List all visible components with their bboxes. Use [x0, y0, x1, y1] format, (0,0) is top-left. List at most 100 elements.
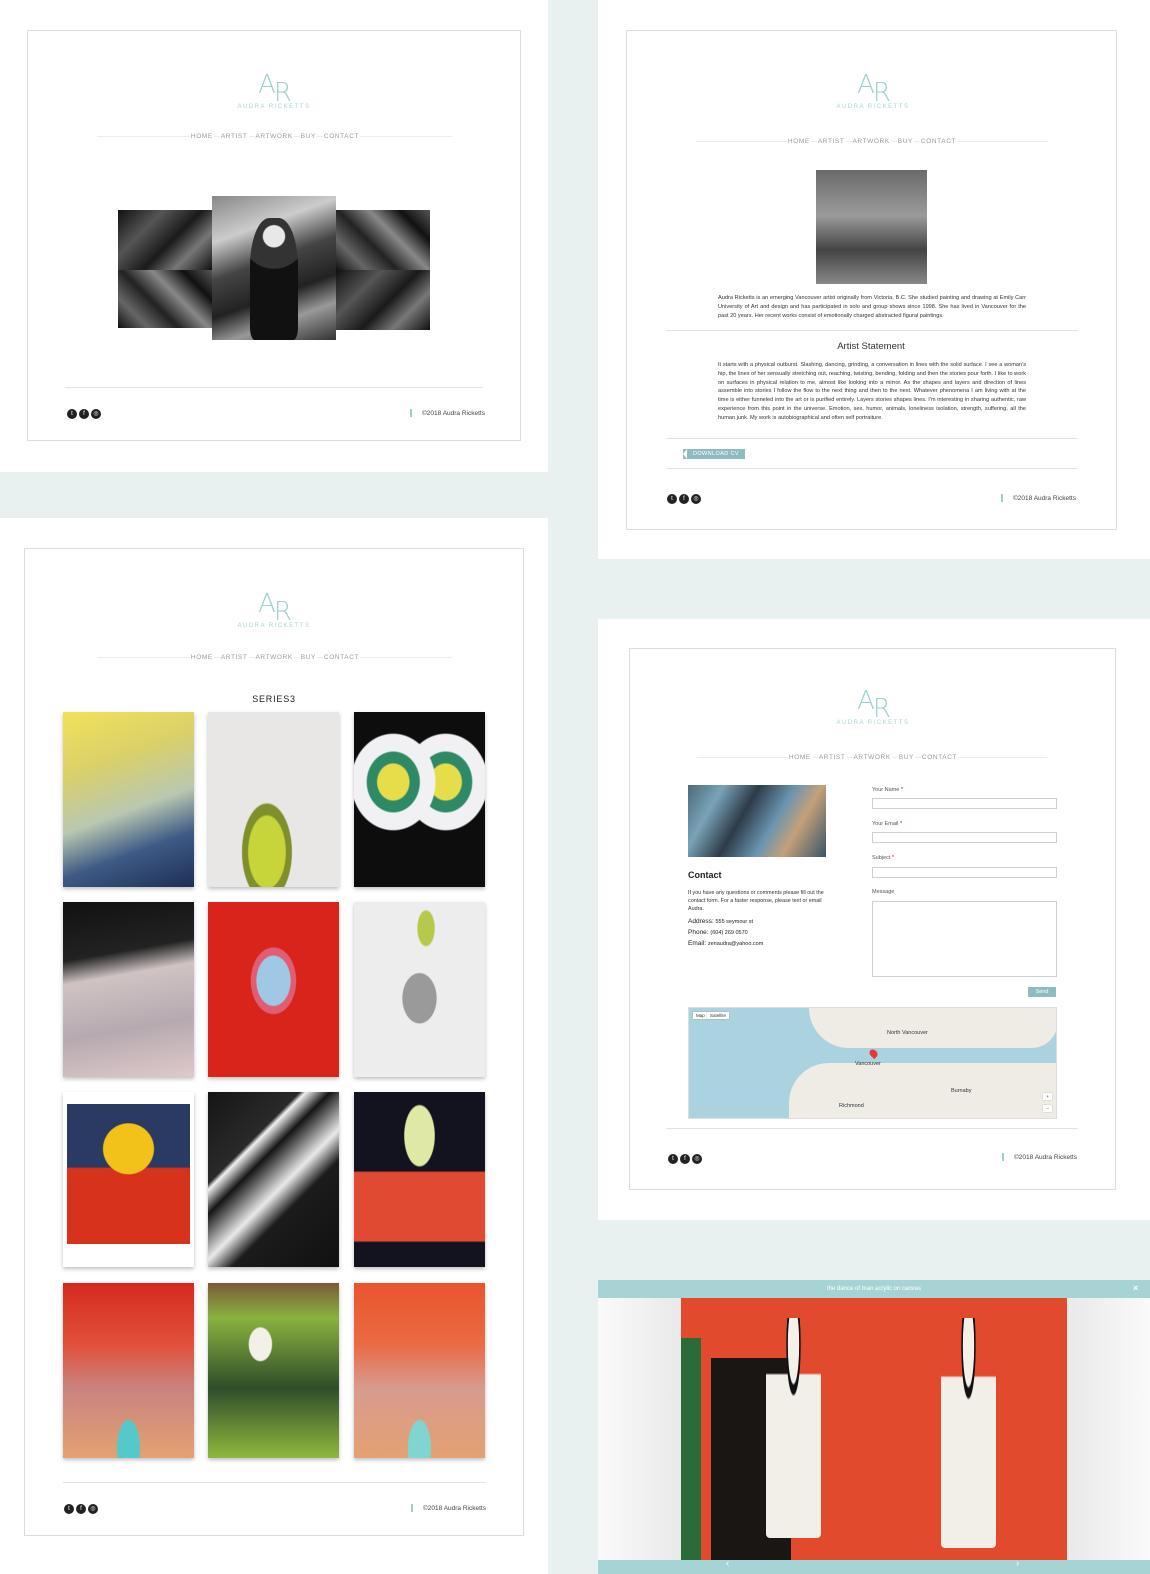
social-links: t f ◎ [667, 494, 701, 504]
logo[interactable]: AR AUDRA RICKETTS [823, 688, 923, 726]
nav-artwork[interactable]: ARTWORK [254, 133, 294, 140]
copyright: ©2018 Audra Ricketts [1002, 1153, 1077, 1161]
map-land-north [809, 1008, 1056, 1048]
footer-divider [63, 1482, 485, 1483]
artwork-tile[interactable] [354, 712, 485, 887]
logo[interactable]: AR AUDRA RICKETTS [224, 72, 324, 110]
nav-home[interactable]: HOME [786, 138, 811, 145]
footer-divider [666, 468, 1078, 469]
map-land-south [789, 1063, 1056, 1118]
background-band-left-pad [0, 518, 22, 1574]
contact-intro: If you have any questions or comments pl… [688, 890, 824, 912]
artwork-tile[interactable] [354, 1092, 485, 1267]
bio-divider [666, 330, 1078, 331]
logo[interactable]: AR AUDRA RICKETTS [224, 591, 324, 629]
instagram-icon[interactable]: ◎ [88, 1504, 98, 1514]
social-links: t f ◎ [64, 1504, 98, 1514]
main-nav: HOME ARTIST ARTWORK BUY CONTACT [189, 133, 361, 140]
facebook-icon[interactable]: f [680, 1154, 690, 1164]
lightbox-image [681, 1298, 1067, 1560]
location-map[interactable]: Map Satellite Vancouver North Vancouver … [688, 1007, 1057, 1119]
contact-title: Contact [688, 870, 722, 880]
map-pin-icon [867, 1047, 880, 1060]
artwork-tile[interactable] [354, 902, 485, 1077]
statement-title: Artist Statement [837, 341, 905, 352]
painting-green-edge [681, 1338, 701, 1560]
lightbox-close-icon[interactable]: × [1133, 1283, 1138, 1293]
artwork-tile[interactable] [63, 1092, 194, 1267]
artist-statement: It starts with a physical outburst. Slas… [718, 362, 1026, 421]
email-label: Your Email * [872, 821, 903, 827]
map-zoom-out-button[interactable]: − [1043, 1105, 1052, 1112]
artwork-tile[interactable] [208, 902, 339, 1077]
painting-figure-right [941, 1318, 996, 1548]
twitter-icon[interactable]: t [64, 1504, 74, 1514]
lightbox-caption-bar: the dance of man acrylic on canvas [598, 1280, 1150, 1298]
artwork-tile[interactable] [208, 1092, 339, 1267]
copyright: ©2018 Audra Ricketts [1001, 494, 1076, 502]
nav-contact[interactable]: CONTACT [919, 138, 958, 145]
nav-home[interactable]: HOME [787, 754, 812, 761]
lightbox-next-arrow-icon[interactable]: › [1016, 1558, 1019, 1569]
nav-buy[interactable]: BUY [299, 654, 317, 661]
copyright: ©2018 Audra Ricketts [410, 409, 485, 417]
artwork-tile[interactable] [208, 1283, 339, 1458]
hero-photo-left-top [118, 210, 212, 270]
name-field[interactable] [872, 798, 1057, 809]
artwork-tile[interactable] [63, 902, 194, 1077]
facebook-icon[interactable]: f [76, 1504, 86, 1514]
hero-photo-center [212, 196, 336, 340]
contact-email[interactable]: Email: zenaudra@yahoo.com [688, 940, 763, 947]
nav-artist[interactable]: ARTIST [219, 654, 249, 661]
nav-artist[interactable]: ARTIST [816, 138, 846, 145]
nav-buy[interactable]: BUY [897, 754, 915, 761]
artist-portrait [816, 170, 927, 284]
instagram-icon[interactable]: ◎ [691, 494, 701, 504]
artist-bio: Audra Ricketts is an emerging Vancouver … [718, 295, 1026, 319]
nav-contact[interactable]: CONTACT [920, 754, 959, 761]
facebook-icon[interactable]: f [79, 409, 89, 419]
nav-buy[interactable]: BUY [299, 133, 317, 140]
nav-contact[interactable]: CONTACT [322, 654, 361, 661]
twitter-icon[interactable]: t [668, 1154, 678, 1164]
artwork-image [67, 1104, 190, 1244]
lightbox-prev-arrow-icon[interactable]: ‹ [726, 1558, 729, 1569]
send-button[interactable]: Send [1028, 987, 1056, 997]
nav-home[interactable]: HOME [189, 654, 214, 661]
nav-artist[interactable]: ARTIST [219, 133, 249, 140]
message-field[interactable] [872, 901, 1057, 977]
social-links: t f ◎ [67, 409, 101, 419]
nav-buy[interactable]: BUY [896, 138, 914, 145]
nav-artwork[interactable]: ARTWORK [851, 138, 891, 145]
map-label: Burnaby [951, 1088, 972, 1094]
map-label: North Vancouver [887, 1030, 928, 1036]
main-nav: HOME ARTIST ARTWORK BUY CONTACT [787, 754, 959, 761]
nav-artwork[interactable]: ARTWORK [852, 754, 892, 761]
logo[interactable]: AR AUDRA RICKETTS [823, 72, 923, 110]
background-band-vertical [548, 0, 598, 1574]
map-label: Richmond [839, 1103, 864, 1109]
download-cv-button[interactable]: DOWNLOAD CV [683, 449, 745, 459]
instagram-icon[interactable]: ◎ [692, 1154, 702, 1164]
artwork-tile[interactable] [354, 1283, 485, 1458]
contact-phone: Phone: (604) 269 0570 [688, 929, 748, 936]
nav-artist[interactable]: ARTIST [817, 754, 847, 761]
studio-photo [688, 785, 826, 857]
nav-home[interactable]: HOME [189, 133, 214, 140]
map-zoom-in-button[interactable]: + [1043, 1093, 1052, 1100]
nav-artwork[interactable]: ARTWORK [254, 654, 294, 661]
artwork-tile[interactable] [63, 712, 194, 887]
hero-figure [250, 218, 298, 340]
artwork-tile[interactable] [208, 712, 339, 887]
nav-contact[interactable]: CONTACT [322, 133, 361, 140]
twitter-icon[interactable]: t [667, 494, 677, 504]
subject-field[interactable] [872, 867, 1057, 878]
email-field[interactable] [872, 832, 1057, 843]
facebook-icon[interactable]: f [679, 494, 689, 504]
map-tab-satellite[interactable]: Satellite [707, 1012, 730, 1019]
artwork-tile[interactable] [63, 1283, 194, 1458]
instagram-icon[interactable]: ◎ [91, 409, 101, 419]
twitter-icon[interactable]: t [67, 409, 77, 419]
map-tab-map[interactable]: Map [693, 1012, 708, 1019]
subject-label: Subject * [872, 855, 895, 861]
